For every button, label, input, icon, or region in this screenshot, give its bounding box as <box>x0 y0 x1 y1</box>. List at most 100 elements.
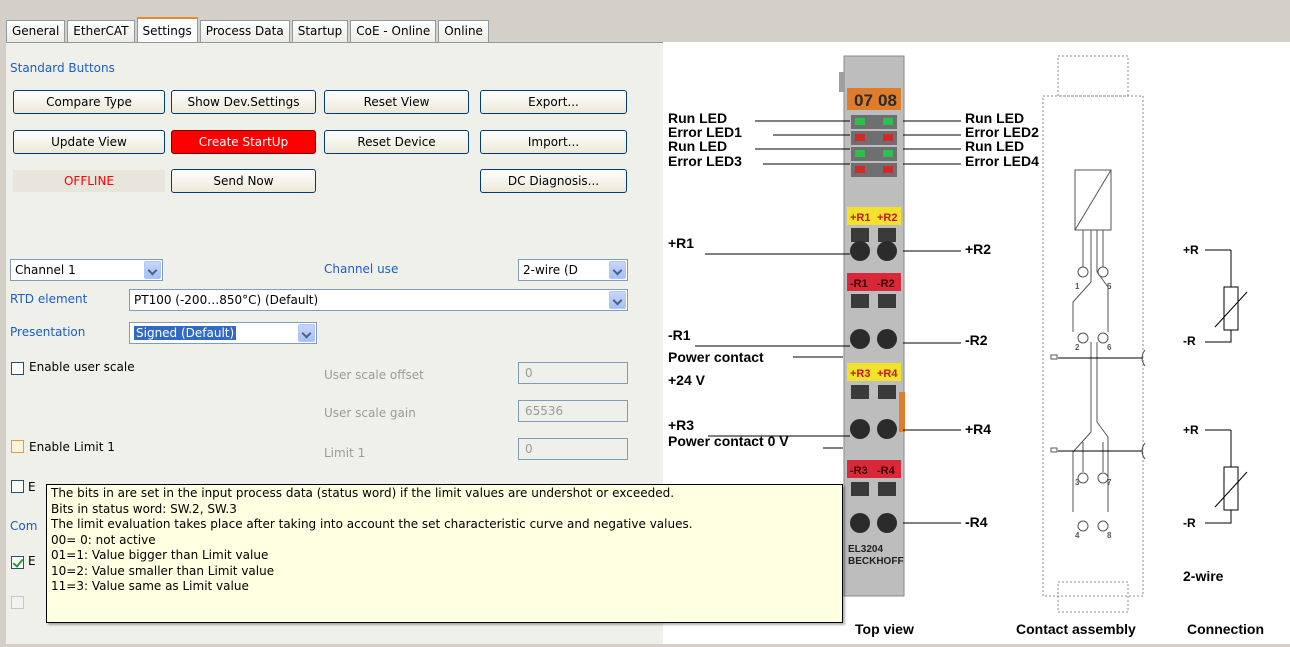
compare-type-button[interactable]: Compare Type <box>13 90 165 114</box>
right-label-plus-r4: +R4 <box>965 421 991 437</box>
contact-plus-r2 <box>877 241 897 261</box>
contact-number-2: 2 <box>1075 343 1080 352</box>
standard-buttons-heading: Standard Buttons <box>10 61 115 75</box>
tooltip-line: 10=2: Value smaller than Limit value <box>51 563 275 578</box>
user-scale-gain-field[interactable]: 65536 <box>518 400 628 422</box>
presentation-value: Signed (Default) <box>134 326 237 340</box>
reset-device-button[interactable]: Reset Device <box>324 130 469 154</box>
left-label-plus-r1: +R1 <box>668 235 694 251</box>
mark-minus-r4: -R4 <box>877 465 896 477</box>
spring-slot <box>878 385 896 399</box>
caption-contact-assembly: Contact assembly <box>1016 621 1136 637</box>
user-scale-gain-label: User scale gain <box>324 406 416 420</box>
offline-status: OFFLINE <box>13 170 165 192</box>
mark-minus-r3: -R3 <box>850 465 868 477</box>
channel-use-select[interactable]: 2-wire (D <box>518 259 628 281</box>
reset-view-button[interactable]: Reset View <box>324 90 469 114</box>
contact-assembly-outline <box>1042 55 1144 613</box>
enable-limit1-checkbox[interactable] <box>11 440 24 453</box>
error-led-2 <box>883 134 893 141</box>
left-label-minus-r1: -R1 <box>668 327 691 343</box>
tab-online[interactable]: Online <box>438 20 489 42</box>
option-checkbox-disabled[interactable] <box>11 596 24 609</box>
channel-select[interactable]: Channel 1 <box>10 259 163 281</box>
terminal-latch <box>839 72 845 92</box>
mark-minus-r1: -R1 <box>850 278 868 290</box>
mark-plus-r4: +R4 <box>877 368 898 380</box>
left-label-24v: +24 V <box>668 372 706 388</box>
channel-select-value: Channel 1 <box>15 263 76 277</box>
spring-slot <box>878 228 896 242</box>
device-model: EL3204 <box>848 544 883 555</box>
enable-user-scale-checkbox[interactable] <box>11 362 24 375</box>
combined-group-label-partial: Com <box>10 519 38 533</box>
chevron-down-icon <box>609 261 626 279</box>
spring-slot <box>878 294 896 308</box>
limit1-label: Limit 1 <box>324 446 366 460</box>
tooltip-line: Bits in status word: SW.2, SW.3 <box>51 501 237 516</box>
enable-limit2-label-partial: E <box>28 480 36 494</box>
contact-assembly-wiring <box>1050 169 1146 532</box>
error-led-1 <box>855 134 865 141</box>
contact-plus-r4 <box>877 419 897 439</box>
right-label-plus-r2: +R2 <box>965 241 991 257</box>
mark-plus-r1: +R1 <box>850 212 871 224</box>
create-startup-button[interactable]: Create StartUp <box>171 130 316 154</box>
send-now-button[interactable]: Send Now <box>171 169 316 193</box>
spring-slot <box>851 294 869 308</box>
tab-ethercat[interactable]: EtherCAT <box>67 20 135 42</box>
tooltip-line: 00= 0: not active <box>51 532 156 547</box>
left-label-error-led3: Error LED3 <box>668 153 742 169</box>
rtd-element-label: RTD element <box>10 292 88 306</box>
option-label-partial: E <box>28 554 36 568</box>
enable-limit2-checkbox[interactable] <box>11 480 24 493</box>
spring-slot <box>851 482 869 496</box>
presentation-label: Presentation <box>10 325 86 339</box>
tab-process-data[interactable]: Process Data <box>199 20 290 42</box>
tab-settings[interactable]: Settings <box>136 17 198 42</box>
wire-type-label: 2-wire <box>1183 568 1224 584</box>
contact-number-6: 6 <box>1107 343 1112 352</box>
presentation-select[interactable]: Signed (Default) <box>129 322 317 344</box>
tooltip-line: The limit evaluation takes place after t… <box>51 517 693 531</box>
contact-plus-r3 <box>850 419 870 439</box>
user-scale-offset-field[interactable]: 0 <box>518 362 628 384</box>
contact-minus-r1 <box>850 329 870 349</box>
terminal-number-08: 08 <box>878 91 897 110</box>
spring-slot <box>851 385 869 399</box>
option-checkbox-checked[interactable] <box>11 556 24 569</box>
enable-limit1-label: Enable Limit 1 <box>29 440 115 454</box>
contact-minus-r4 <box>877 513 897 533</box>
rtd-element-value: PT100 (-200…850°C) (Default) <box>134 293 319 307</box>
left-label-power-contact: Power contact <box>668 349 764 365</box>
tab-general[interactable]: General <box>6 20 66 42</box>
error-led-4 <box>883 166 893 173</box>
user-scale-offset-label: User scale offset <box>324 368 424 382</box>
caption-top-view: Top view <box>855 621 914 637</box>
chevron-down-icon <box>298 324 315 342</box>
connection-label-minus-r-2: -R <box>1183 516 1196 530</box>
import-button[interactable]: Import... <box>480 130 627 154</box>
tooltip-line: 01=1: Value bigger than Limit value <box>51 548 269 562</box>
dc-diagnosis-button[interactable]: DC Diagnosis... <box>480 169 627 193</box>
left-label-power-contact-0v: Power contact 0 V <box>668 433 789 449</box>
mark-plus-r2: +R2 <box>877 212 898 224</box>
update-view-button[interactable]: Update View <box>13 130 165 154</box>
contact-minus-r3 <box>850 513 870 533</box>
export-button[interactable]: Export... <box>480 90 627 114</box>
limit1-field[interactable]: 0 <box>518 438 628 460</box>
contact-minus-r2 <box>877 329 897 349</box>
contact-number-3: 3 <box>1075 478 1080 487</box>
right-label-error-led4: Error LED4 <box>965 153 1039 169</box>
rtd-element-select[interactable]: PT100 (-200…850°C) (Default) <box>129 289 628 311</box>
rtd-connection-schematic <box>1205 249 1248 524</box>
right-label-minus-r2: -R2 <box>965 332 988 348</box>
tooltip-line: 11=3: Value same as Limit value <box>51 579 249 593</box>
left-label-plus-r3: +R3 <box>668 417 694 433</box>
tab-startup[interactable]: Startup <box>291 20 349 42</box>
contact-number-5: 5 <box>1107 282 1112 291</box>
connection-label-plus-r-1: +R <box>1183 243 1199 257</box>
contact-number-7: 7 <box>1107 478 1112 487</box>
show-dev-settings-button[interactable]: Show Dev.Settings <box>171 90 316 114</box>
tab-coe-online[interactable]: CoE - Online <box>350 20 437 42</box>
